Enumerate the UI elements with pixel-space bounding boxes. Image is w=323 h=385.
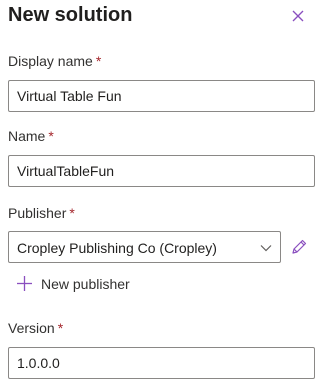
plus-icon	[17, 276, 32, 291]
panel-title: New solution	[8, 4, 133, 26]
required-marker: *	[95, 53, 102, 69]
pencil-icon[interactable]	[290, 238, 308, 256]
required-marker: *	[48, 128, 54, 144]
name-label: Name *	[8, 127, 54, 145]
display-name-input[interactable]	[8, 80, 315, 112]
chevron-down-icon	[260, 245, 272, 252]
display-name-label: Display name *	[8, 52, 101, 70]
required-marker: *	[69, 205, 75, 221]
publisher-dropdown[interactable]: Cropley Publishing Co (Cropley)	[8, 231, 281, 263]
publisher-selected-value: Cropley Publishing Co (Cropley)	[17, 240, 217, 256]
name-label-text: Name	[8, 128, 46, 144]
new-publisher-label: New publisher	[41, 276, 130, 292]
close-icon[interactable]	[289, 7, 307, 25]
display-name-label-text: Display name	[8, 53, 93, 69]
publisher-label-text: Publisher	[8, 205, 67, 221]
new-solution-panel: New solution Display name* Name* Publish…	[0, 0, 323, 385]
version-label: Version *	[8, 319, 63, 337]
version-input[interactable]	[8, 347, 315, 379]
publisher-label: Publisher *	[8, 204, 75, 222]
required-marker: *	[57, 320, 64, 336]
version-label-text: Version	[8, 320, 55, 336]
name-input[interactable]	[8, 155, 315, 187]
